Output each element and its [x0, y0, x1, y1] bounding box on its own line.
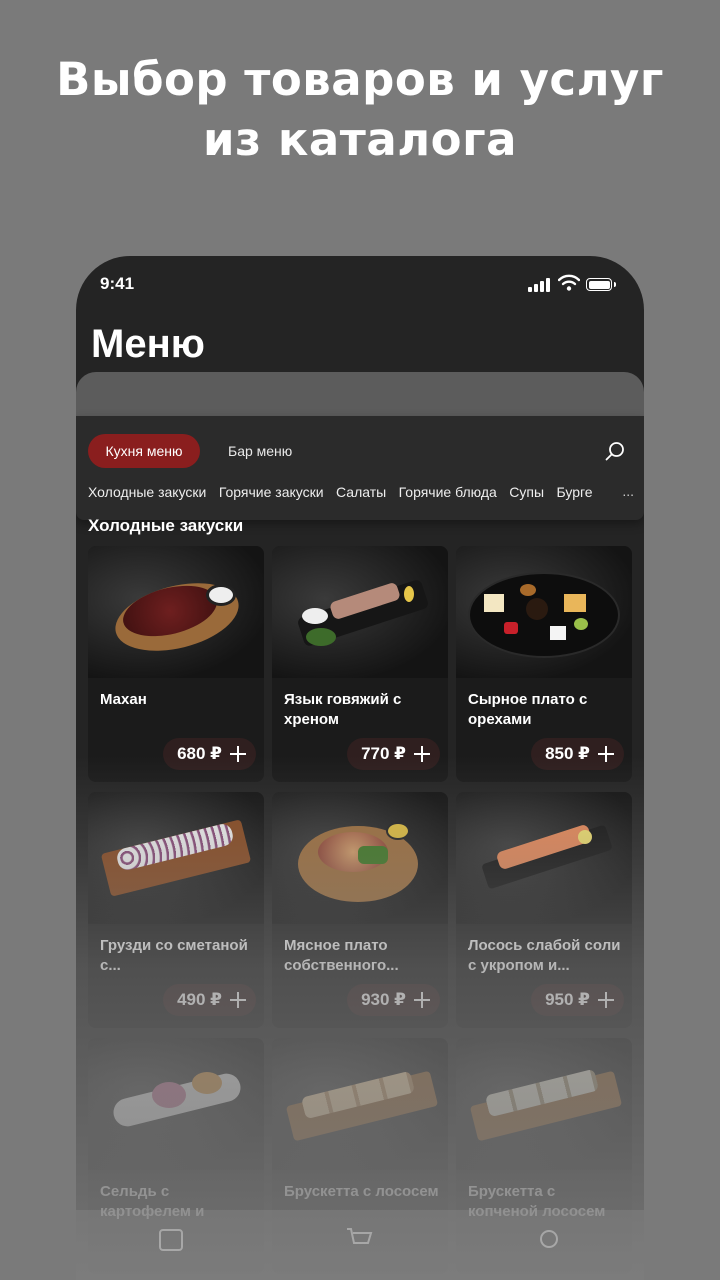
product-image: [456, 1038, 632, 1170]
battery-icon: [586, 278, 616, 291]
product-image: [456, 792, 632, 924]
product-name: Сырное плато с орехами: [468, 691, 588, 728]
tab-bar-menu[interactable]: Бар меню: [228, 434, 292, 468]
add-to-cart-button[interactable]: 950 ₽: [531, 984, 624, 1016]
category-hot-appetizers[interactable]: Горячие закуски: [219, 484, 324, 500]
status-bar: 9:41: [76, 256, 644, 316]
category-salads[interactable]: Салаты: [336, 484, 386, 500]
product-price: 680 ₽: [177, 744, 222, 763]
product-name: Лосось слабой соли с укропом и...: [468, 937, 621, 974]
wifi-icon: [558, 274, 580, 291]
phone-frame: 9:41 Меню Кухня меню Бар меню Холодные з…: [76, 256, 644, 1280]
product-card[interactable]: Язык говяжий с хреном 770 ₽: [272, 546, 448, 782]
plus-icon: [414, 746, 430, 762]
add-to-cart-button[interactable]: 490 ₽: [163, 984, 256, 1016]
tab-kitchen-menu[interactable]: Кухня меню: [88, 434, 200, 468]
category-soups[interactable]: Супы: [509, 484, 544, 500]
category-hot-dishes[interactable]: Горячие блюда: [399, 484, 497, 500]
promo-headline-line1: Выбор товаров и услуг: [56, 53, 664, 106]
menu-tab-icon[interactable]: [156, 1224, 186, 1254]
profile-tab-icon[interactable]: [534, 1224, 564, 1254]
product-price: 770 ₽: [361, 744, 406, 763]
product-price: 850 ₽: [545, 744, 590, 763]
page-title: Меню: [91, 322, 205, 366]
product-price: 490 ₽: [177, 990, 222, 1009]
add-to-cart-button[interactable]: 680 ₽: [163, 738, 256, 770]
more-categories-icon[interactable]: ...: [612, 484, 634, 504]
product-image: [272, 1038, 448, 1170]
product-name: Грузди со сметаной с...: [100, 937, 248, 974]
product-card[interactable]: Сырное плато с орехами 850 ₽: [456, 546, 632, 782]
product-name: Махан: [100, 691, 147, 708]
product-card[interactable]: Мясное плато собственного... 930 ₽: [272, 792, 448, 1028]
tab-bar: [76, 1210, 644, 1280]
product-image: [456, 546, 632, 678]
promo-headline: Выбор товаров и услуг из каталога: [0, 50, 720, 170]
category-list: Холодные закуски Горячие закуски Салаты …: [88, 484, 634, 504]
product-image: [88, 546, 264, 678]
section-title: Холодные закуски: [88, 516, 244, 535]
menu-filters: Кухня меню Бар меню Холодные закуски Гор…: [76, 416, 644, 520]
product-card[interactable]: Грузди со сметаной с... 490 ₽: [88, 792, 264, 1028]
product-card[interactable]: Махан 680 ₽: [88, 546, 264, 782]
promo-headline-line2: из каталога: [203, 113, 517, 166]
plus-icon: [598, 992, 614, 1008]
category-cold-appetizers[interactable]: Холодные закуски: [88, 484, 206, 500]
plus-icon: [230, 992, 246, 1008]
category-burgers[interactable]: Бурге: [556, 484, 592, 500]
cart-tab-icon[interactable]: [344, 1224, 374, 1254]
plus-icon: [414, 992, 430, 1008]
product-image: [88, 1038, 264, 1170]
add-to-cart-button[interactable]: 930 ₽: [347, 984, 440, 1016]
product-image: [272, 546, 448, 678]
search-icon[interactable]: [604, 440, 626, 462]
status-time: 9:41: [100, 274, 135, 293]
plus-icon: [230, 746, 246, 762]
product-card[interactable]: Лосось слабой соли с укропом и... 950 ₽: [456, 792, 632, 1028]
plus-icon: [598, 746, 614, 762]
product-name: Язык говяжий с хреном: [284, 691, 402, 728]
cellular-signal-icon: [528, 278, 552, 292]
product-image: [88, 792, 264, 924]
product-price: 950 ₽: [545, 990, 590, 1009]
product-name: Мясное плато собственного...: [284, 937, 399, 974]
product-price: 930 ₽: [361, 990, 406, 1009]
add-to-cart-button[interactable]: 850 ₽: [531, 738, 624, 770]
product-name: Брускетта с лососем: [284, 1183, 439, 1200]
add-to-cart-button[interactable]: 770 ₽: [347, 738, 440, 770]
product-image: [272, 792, 448, 924]
